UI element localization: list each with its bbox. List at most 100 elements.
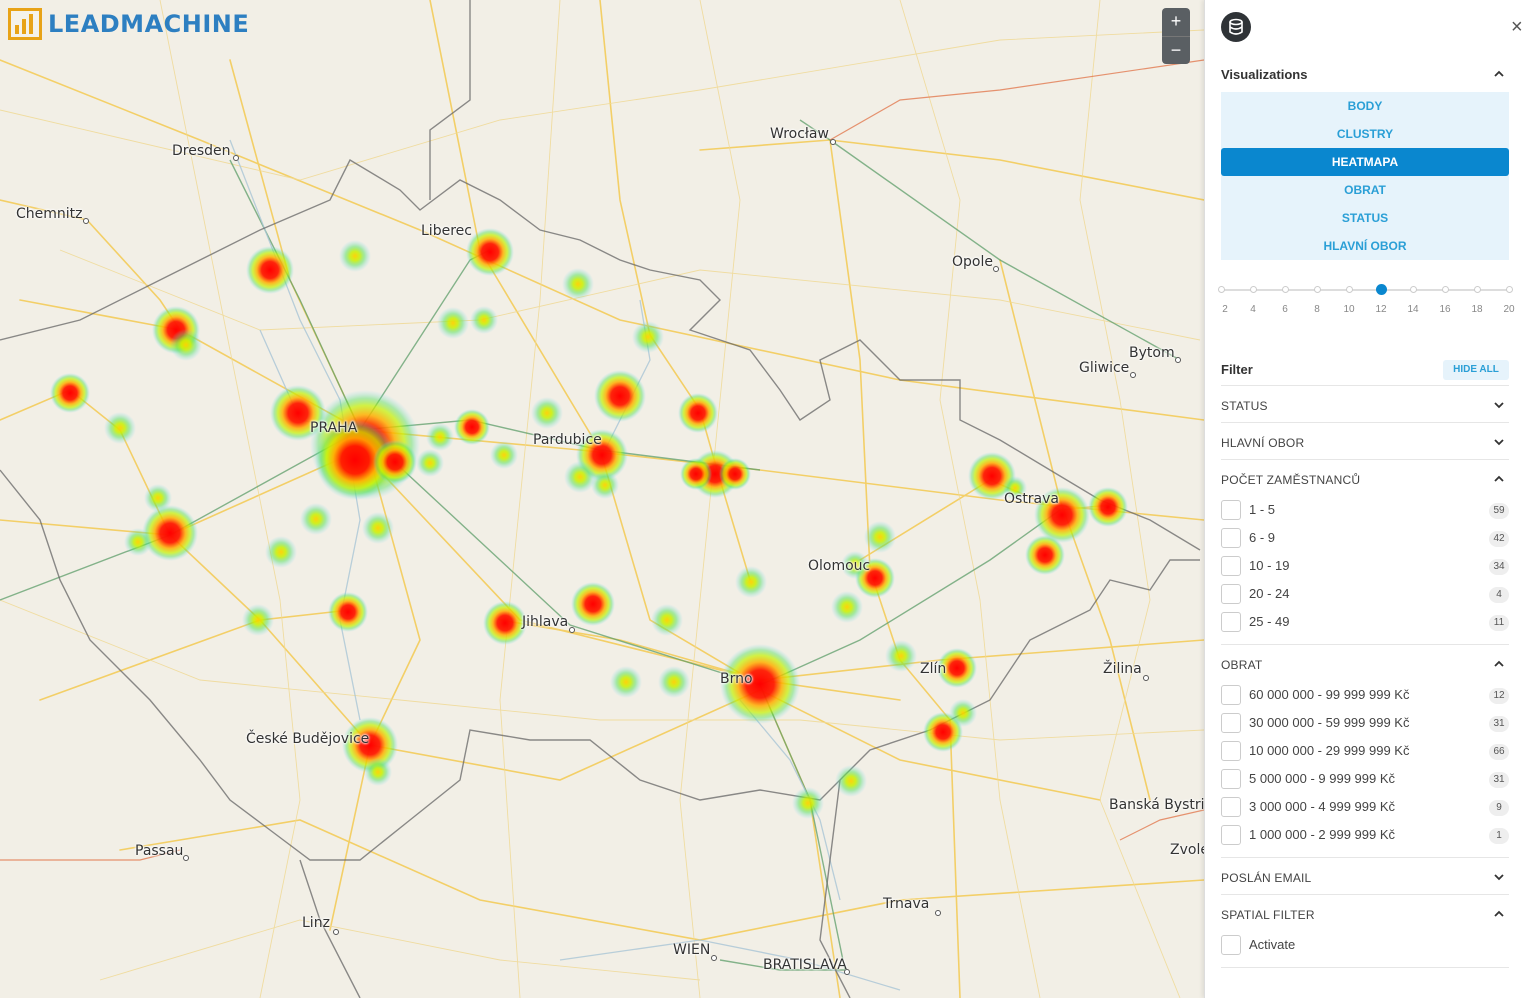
- chevron-down-icon[interactable]: [1493, 436, 1505, 448]
- slider-tick[interactable]: [1473, 286, 1481, 293]
- count-badge: 9: [1489, 800, 1509, 816]
- section-label: POČET ZAMĚSTNANCŮ: [1221, 473, 1361, 487]
- slider-tick[interactable]: [1345, 286, 1353, 293]
- zoom-in-button[interactable]: +: [1162, 8, 1190, 36]
- count-badge: 66: [1489, 744, 1509, 760]
- checkbox-row[interactable]: 3 000 000 - 4 999 999 Kč 9: [1221, 796, 1509, 818]
- city-marker: [183, 855, 189, 861]
- vis-option-obrat[interactable]: OBRAT: [1221, 176, 1509, 204]
- chevron-down-icon[interactable]: [1493, 871, 1505, 883]
- checkbox-label: 10 - 19: [1249, 558, 1290, 573]
- slider-tick[interactable]: [1409, 286, 1417, 293]
- checkbox-row[interactable]: 6 - 9 42: [1221, 527, 1509, 549]
- checkbox[interactable]: [1221, 713, 1241, 733]
- zoom-out-button[interactable]: −: [1162, 36, 1190, 64]
- close-panel-button[interactable]: ×: [1511, 16, 1523, 39]
- vis-option-body[interactable]: BODY: [1221, 92, 1509, 120]
- filter-section-spatial[interactable]: SPATIAL FILTER: [1221, 894, 1509, 931]
- chevron-up-icon[interactable]: [1493, 473, 1505, 485]
- checkbox-label: 30 000 000 - 59 999 999 Kč: [1249, 715, 1410, 730]
- map[interactable]: Dresden Chemnitz Liberec Wrocław Opole B…: [0, 0, 1204, 998]
- chevron-up-icon[interactable]: [1493, 658, 1505, 670]
- checkbox[interactable]: [1221, 584, 1241, 604]
- vis-option-status[interactable]: STATUS: [1221, 204, 1509, 232]
- city-marker: [844, 969, 850, 975]
- city-marker: [1130, 372, 1136, 378]
- checkbox[interactable]: [1221, 797, 1241, 817]
- filter-section-poslan-email[interactable]: POSLÁN EMAIL: [1221, 857, 1509, 894]
- filter-section-status[interactable]: STATUS: [1221, 385, 1509, 422]
- city-marker: [333, 929, 339, 935]
- city-label: Ostrava: [1004, 491, 1060, 507]
- slider-handle[interactable]: [1375, 284, 1387, 295]
- checkbox-label: 60 000 000 - 99 999 999 Kč: [1249, 687, 1410, 702]
- database-icon[interactable]: [1221, 12, 1251, 42]
- slider-tick[interactable]: [1313, 286, 1321, 293]
- checkbox[interactable]: [1221, 741, 1241, 761]
- section-label: SPATIAL FILTER: [1221, 908, 1315, 922]
- panel-header: ×: [1221, 12, 1523, 42]
- checkbox-row[interactable]: 60 000 000 - 99 999 999 Kč 12: [1221, 684, 1509, 706]
- checkbox[interactable]: [1221, 769, 1241, 789]
- chevron-down-icon[interactable]: [1493, 399, 1505, 411]
- city-label: Passau: [135, 843, 184, 859]
- checkbox-row[interactable]: 5 000 000 - 9 999 999 Kč 31: [1221, 768, 1509, 790]
- hide-all-button[interactable]: HIDE ALL: [1443, 360, 1509, 380]
- filter-section-pocet[interactable]: POČET ZAMĚSTNANCŮ: [1221, 459, 1509, 496]
- slider-tick[interactable]: [1281, 286, 1289, 293]
- section-label: OBRAT: [1221, 658, 1263, 672]
- checkbox[interactable]: [1221, 825, 1241, 845]
- checkbox-row[interactable]: 20 - 24 4: [1221, 583, 1509, 605]
- checkbox[interactable]: [1221, 935, 1241, 955]
- slider-tick[interactable]: [1505, 286, 1513, 293]
- app-logo[interactable]: LEADMACHINE: [8, 8, 249, 40]
- checkbox-row[interactable]: Activate: [1221, 934, 1509, 956]
- checkbox-row[interactable]: 1 000 000 - 2 999 999 Kč 1: [1221, 824, 1509, 846]
- panel-divider: [1221, 967, 1509, 968]
- section-label: HLAVNÍ OBOR: [1221, 436, 1305, 450]
- city-label: WIEN: [673, 942, 711, 958]
- checkbox-row[interactable]: 1 - 5 59: [1221, 499, 1509, 521]
- checkbox-row[interactable]: 10 - 19 34: [1221, 555, 1509, 577]
- city-label: Liberec: [421, 223, 472, 239]
- checkbox-row[interactable]: 25 - 49 11: [1221, 611, 1509, 633]
- chevron-up-icon[interactable]: [1493, 68, 1505, 80]
- city-label: Dresden: [172, 143, 231, 159]
- checkbox-label: 20 - 24: [1249, 586, 1290, 601]
- radius-slider[interactable]: 2 4 6 8 10 12 14 16 18 20: [1217, 282, 1515, 322]
- slider-tick[interactable]: [1217, 286, 1225, 293]
- slider-track[interactable]: [1221, 289, 1509, 291]
- count-badge: 4: [1489, 587, 1509, 603]
- city-label: Brno: [720, 671, 753, 687]
- count-badge: 1: [1489, 828, 1509, 844]
- city-label: Banská Bystrica: [1109, 797, 1204, 813]
- city-label: Žilina: [1103, 661, 1142, 677]
- section-label: STATUS: [1221, 399, 1268, 413]
- city-marker: [935, 910, 941, 916]
- filter-section-hlavni-obor[interactable]: HLAVNÍ OBOR: [1221, 422, 1509, 459]
- vis-option-hlavni-obor[interactable]: HLAVNÍ OBOR: [1221, 232, 1509, 260]
- city-marker: [711, 955, 717, 961]
- count-badge: 34: [1489, 559, 1509, 575]
- checkbox[interactable]: [1221, 612, 1241, 632]
- city-label: Trnava: [883, 896, 930, 912]
- dataset-name-field[interactable]: [1259, 12, 1355, 42]
- slider-tick[interactable]: [1249, 286, 1257, 293]
- city-label: Wrocław: [770, 126, 829, 142]
- slider-tick-label: 6: [1282, 304, 1288, 315]
- checkbox[interactable]: [1221, 685, 1241, 705]
- checkbox-row[interactable]: 30 000 000 - 59 999 999 Kč 31: [1221, 712, 1509, 734]
- checkbox[interactable]: [1221, 556, 1241, 576]
- count-badge: 31: [1489, 716, 1509, 732]
- checkbox[interactable]: [1221, 500, 1241, 520]
- slider-tick[interactable]: [1441, 286, 1449, 293]
- vis-option-clustry[interactable]: CLUSTRY: [1221, 120, 1509, 148]
- city-marker: [569, 627, 575, 633]
- city-label: Opole: [952, 254, 993, 270]
- checkbox-row[interactable]: 10 000 000 - 29 999 999 Kč 66: [1221, 740, 1509, 762]
- city-label: BRATISLAVA: [763, 957, 847, 973]
- filter-section-obrat[interactable]: OBRAT: [1221, 644, 1509, 681]
- checkbox[interactable]: [1221, 528, 1241, 548]
- chevron-up-icon[interactable]: [1493, 908, 1505, 920]
- vis-option-heatmapa[interactable]: HEATMAPA: [1221, 148, 1509, 176]
